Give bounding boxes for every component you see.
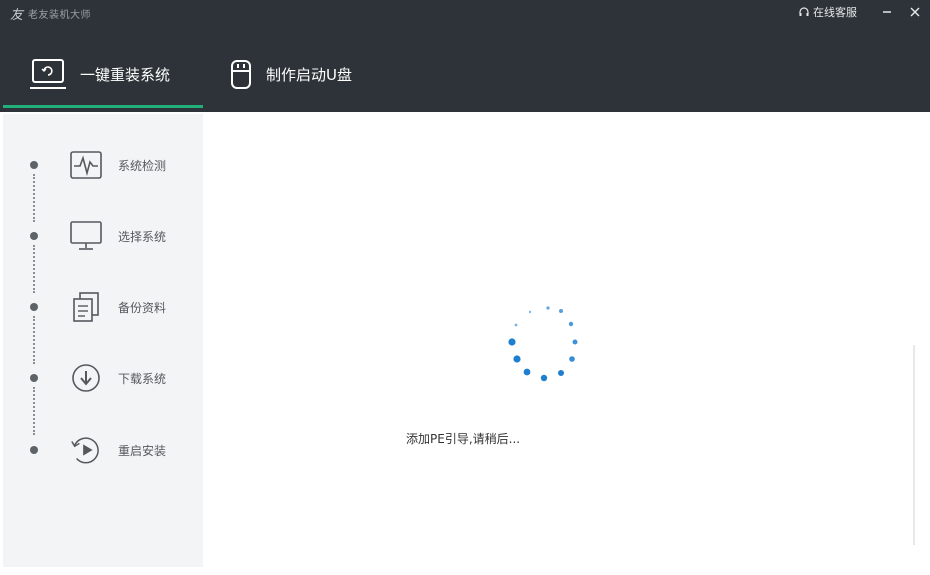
step-dot [30, 446, 38, 454]
pulse-monitor-icon [69, 148, 103, 182]
active-tab-indicator [3, 105, 203, 108]
step-restart-install: 重启安装 [3, 430, 203, 470]
close-icon [910, 7, 920, 17]
tab-make-boot-usb[interactable]: 制作启动U盘 [228, 40, 398, 112]
step-sidebar: 系统检测 选择系统 备份资料 下载系统 重启安装 [3, 114, 203, 567]
step-dot [30, 374, 38, 382]
loading-spinner-icon [508, 306, 578, 382]
tab-label: 制作启动U盘 [266, 66, 352, 84]
online-service-button[interactable]: 在线客服 [798, 4, 857, 20]
step-dot [30, 232, 38, 240]
usb-drive-icon [231, 60, 251, 89]
step-label: 重启安装 [118, 444, 167, 458]
step-dot [30, 161, 38, 169]
app-title: 老友装机大师 [28, 10, 91, 21]
step-label: 选择系统 [118, 230, 167, 244]
documents-icon [69, 290, 103, 324]
step-system-check: 系统检测 [3, 145, 203, 185]
step-download-system: 下载系统 [3, 358, 203, 398]
header: 友 老友装机大师 在线客服 一键重装系统 制作启动U盘 [0, 0, 930, 112]
window-edge [913, 345, 915, 545]
desktop-monitor-icon [69, 219, 103, 253]
restart-play-icon [69, 433, 103, 467]
headset-icon [799, 7, 809, 16]
tab-one-click-reinstall[interactable]: 一键重装系统 [3, 40, 203, 112]
step-backup-data: 备份资料 [3, 287, 203, 327]
minimize-icon [883, 11, 891, 13]
status-message: 添加PE引导,请稍后... [406, 432, 521, 446]
main-panel: 添加PE引导,请稍后... [203, 114, 913, 567]
tab-label: 一键重装系统 [80, 66, 171, 84]
monitor-refresh-icon [30, 59, 66, 89]
step-label: 下载系统 [118, 372, 167, 386]
step-label: 备份资料 [118, 301, 167, 315]
title-bar: 友 老友装机大师 在线客服 [0, 0, 930, 26]
app-window: 友 老友装机大师 在线客服 一键重装系统 制作启动U盘 系统检测 选择系统 备份… [0, 0, 930, 567]
app-logo-icon: 友 [10, 8, 24, 23]
download-arrow-icon [69, 361, 103, 395]
step-select-system: 选择系统 [3, 216, 203, 256]
step-label: 系统检测 [118, 159, 167, 173]
online-service-label: 在线客服 [813, 6, 857, 19]
close-button[interactable] [905, 2, 925, 22]
minimize-button[interactable] [877, 2, 897, 22]
step-dot [30, 303, 38, 311]
